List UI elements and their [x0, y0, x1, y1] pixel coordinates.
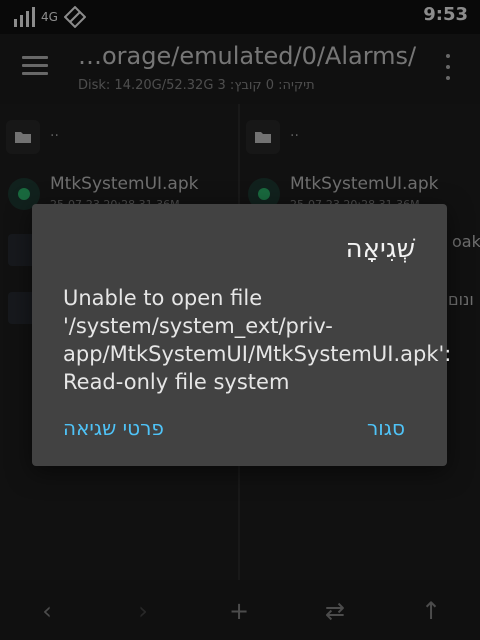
dialog-title: שְׁגִיאָה — [345, 234, 415, 264]
close-button[interactable]: סגור — [367, 416, 405, 440]
dialog-message: Unable to open file '/system/system_ext/… — [63, 286, 452, 394]
error-details-button[interactable]: פרטי שגיאה — [63, 416, 164, 440]
error-dialog: שְׁגִיאָה Unable to open file '/system/s… — [32, 204, 452, 466]
